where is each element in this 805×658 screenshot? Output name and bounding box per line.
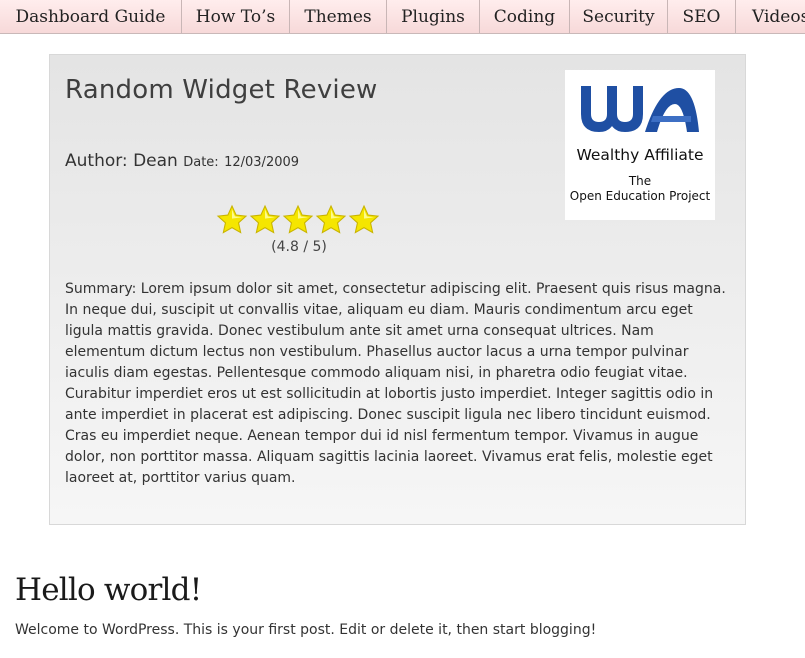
review-title: Random Widget Review xyxy=(65,75,378,105)
review-box: Random Widget Review Author: Dean Date: … xyxy=(49,54,746,525)
author-name: Dean xyxy=(133,151,178,171)
author-label: Author: xyxy=(65,151,128,171)
post-title[interactable]: Hello world! xyxy=(15,572,202,608)
nav-item-seo[interactable]: SEO xyxy=(668,0,736,33)
nav-item-dashboard-guide[interactable]: Dashboard Guide xyxy=(0,0,182,33)
nav-item-coding[interactable]: Coding xyxy=(480,0,570,33)
nav-item-plugins[interactable]: Plugins xyxy=(387,0,480,33)
star-icon xyxy=(249,204,281,234)
post-body: Welcome to WordPress. This is your first… xyxy=(15,622,597,638)
author-line: Author: Dean Date: 12/03/2009 xyxy=(65,151,299,171)
logo-brand-text: Wealthy Affiliate xyxy=(576,146,704,164)
star-icon xyxy=(348,204,380,234)
top-nav: Dashboard Guide How To’s Themes Plugins … xyxy=(0,0,805,34)
review-date: 12/03/2009 xyxy=(224,155,300,170)
wa-logo-icon xyxy=(581,86,699,132)
logo-tagline-2: Open Education Project xyxy=(569,189,711,203)
star-icon xyxy=(282,204,314,234)
nav-item-themes[interactable]: Themes xyxy=(290,0,387,33)
logo-tagline-1: The xyxy=(628,174,652,188)
rating-text: (4.8 / 5) xyxy=(271,239,327,255)
nav-item-security[interactable]: Security xyxy=(570,0,668,33)
star-rating xyxy=(216,204,380,236)
nav-item-how-tos[interactable]: How To’s xyxy=(182,0,290,33)
date-label: Date: xyxy=(183,155,219,170)
star-icon xyxy=(315,204,347,234)
wealthy-affiliate-logo: Wealthy Affiliate The Open Education Pro… xyxy=(565,70,715,220)
review-summary: Summary: Lorem ipsum dolor sit amet, con… xyxy=(65,281,726,486)
nav-item-videos[interactable]: Videos xyxy=(736,0,805,33)
star-icon xyxy=(216,204,248,234)
